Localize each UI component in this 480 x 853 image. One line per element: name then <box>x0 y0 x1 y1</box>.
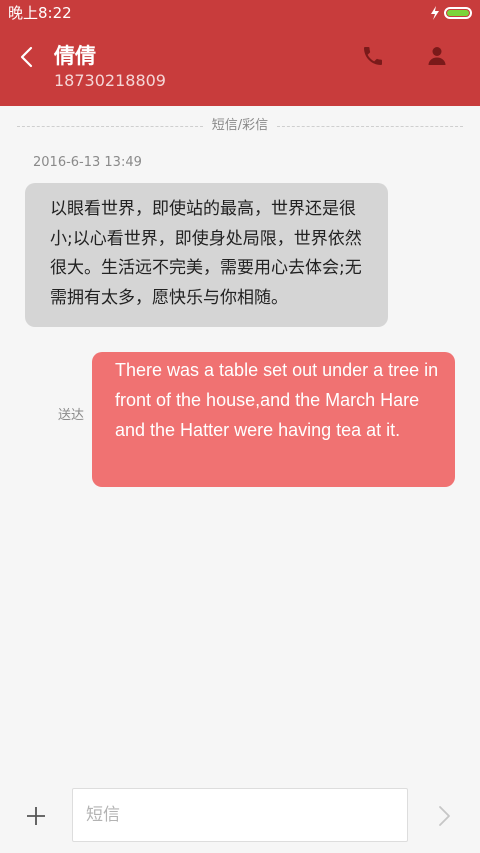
message-input[interactable] <box>72 788 408 842</box>
battery-level-fill <box>447 10 469 16</box>
contact-name: 倩倩 <box>54 44 96 68</box>
back-button[interactable] <box>14 44 40 70</box>
divider-label: 短信/彩信 <box>211 118 269 133</box>
messaging-screen: 晚上8:22 倩倩 18730218809 短信/彩信 2016-6-13 13… <box>0 0 480 853</box>
status-indicators <box>430 6 472 20</box>
charging-bolt-icon <box>431 6 439 20</box>
person-icon[interactable] <box>425 44 449 68</box>
phone-icon[interactable] <box>361 44 385 68</box>
message-timestamp: 2016-6-13 13:49 <box>33 155 142 170</box>
outgoing-message-bubble[interactable]: There was a table set out under a tree i… <box>92 352 455 487</box>
status-bar: 晚上8:22 <box>0 0 480 26</box>
send-button[interactable] <box>434 804 454 828</box>
incoming-message-bubble[interactable]: 以眼看世界，即使站的最高，世界还是很小;以心看世界，即使身处局限，世界依然很大。… <box>25 183 388 327</box>
status-time: 晚上8:22 <box>8 4 72 22</box>
message-type-divider: 短信/彩信 <box>17 117 463 135</box>
message-composer <box>0 780 480 853</box>
delivery-status: 送达 <box>58 408 85 423</box>
plus-icon[interactable] <box>25 805 47 827</box>
conversation-header: 倩倩 18730218809 <box>0 26 480 106</box>
battery-icon <box>444 7 472 19</box>
contact-number: 18730218809 <box>54 71 166 90</box>
